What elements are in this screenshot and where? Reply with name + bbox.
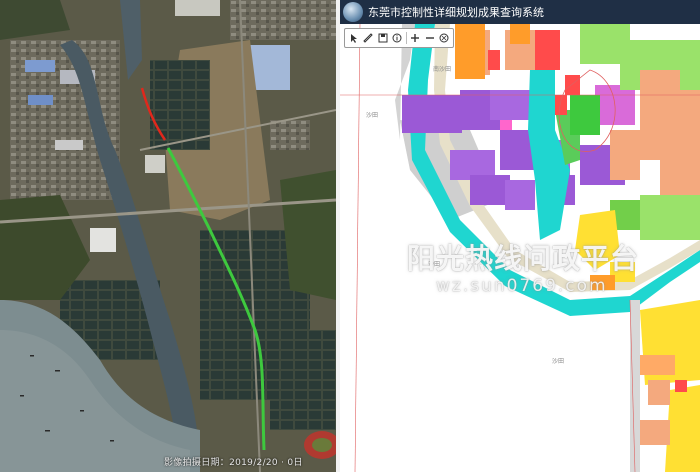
pointer-icon[interactable] xyxy=(347,31,360,45)
place-label-top: 南沙田 xyxy=(433,66,452,73)
imagery-date-label: 影像拍摄日期：2019/2/20 · 0日 xyxy=(164,458,303,468)
save-icon[interactable] xyxy=(376,31,389,45)
factory-roof xyxy=(25,60,55,72)
zoom-in-icon[interactable] xyxy=(409,31,422,45)
map-toolbar xyxy=(344,28,454,48)
land-use-map xyxy=(340,0,700,472)
satellite-imagery-panel[interactable]: 影像拍摄日期：2019/2/20 · 0日 xyxy=(0,0,336,472)
zoom-out-icon[interactable] xyxy=(423,31,436,45)
watermark-title: 阳光热线问政平台 xyxy=(407,242,640,275)
ruler-icon[interactable] xyxy=(361,31,374,45)
app-logo-icon xyxy=(343,2,363,22)
info-icon[interactable] xyxy=(390,31,403,45)
app-titlebar: 东莞市控制性详细规划成果查询系统 xyxy=(340,0,700,24)
place-label-left: 沙田 xyxy=(366,112,379,119)
planning-map-panel[interactable]: 东莞市控制性详细规划成果查询系统 南沙田 沙田 沙田 沙田 阳光热线问政平台 w… xyxy=(340,0,700,472)
toolbar-separator xyxy=(405,32,407,44)
place-label-bottom: 沙田 xyxy=(552,358,565,365)
satellite-image xyxy=(0,0,336,472)
split-screen-comparison: 影像拍摄日期：2019/2/20 · 0日 东莞市控制性详细规划成果查询系统 南… xyxy=(0,0,700,472)
watermark-url: wz.sun0769.com xyxy=(436,276,608,296)
app-title: 东莞市控制性详细规划成果查询系统 xyxy=(368,6,544,19)
globe-icon[interactable] xyxy=(438,31,451,45)
